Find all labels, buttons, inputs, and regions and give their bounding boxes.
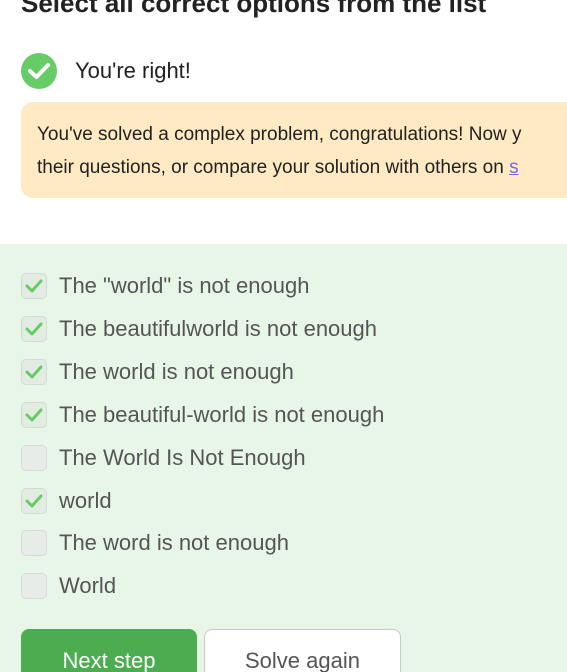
option-label: World xyxy=(59,573,117,598)
option-label: The "world" is not enough xyxy=(59,273,310,298)
option-label: The world is not enough xyxy=(59,359,294,384)
checkmark-icon xyxy=(25,279,43,293)
option-item[interactable]: The beautifulworld is not enough xyxy=(21,316,377,342)
option-label: The beautiful-world is not enough xyxy=(59,402,385,427)
notice-line-2: their questions, or compare your solutio… xyxy=(37,151,567,184)
solve-again-button[interactable]: Solve again xyxy=(204,629,401,672)
option-item[interactable]: The world is not enough xyxy=(21,359,294,385)
checkmark-icon xyxy=(25,408,43,422)
result-text: You're right! xyxy=(75,58,191,83)
check-circle-icon xyxy=(21,53,57,89)
option-label: The World Is Not Enough xyxy=(59,445,306,470)
checkmark-icon xyxy=(25,365,43,379)
option-label: The beautifulworld is not enough xyxy=(59,316,377,341)
next-step-button[interactable]: Next step xyxy=(21,629,197,672)
checkbox-checked[interactable] xyxy=(21,402,47,428)
success-notice: You've solved a complex problem, congrat… xyxy=(21,102,567,198)
option-item[interactable]: The World Is Not Enough xyxy=(21,445,306,471)
quiz-page: Select all correct options from the list… xyxy=(0,0,567,672)
option-item[interactable]: world xyxy=(21,488,112,514)
checkbox-checked[interactable] xyxy=(21,359,47,385)
checkbox-checked[interactable] xyxy=(21,273,47,299)
option-item[interactable]: The beautiful-world is not enough xyxy=(21,402,384,428)
checkbox-unchecked[interactable] xyxy=(21,573,47,599)
solutions-link[interactable]: s xyxy=(509,157,519,178)
checkbox-unchecked[interactable] xyxy=(21,445,47,471)
option-item[interactable]: The word is not enough xyxy=(21,530,289,556)
option-item[interactable]: The "world" is not enough xyxy=(21,273,309,299)
checkmark-icon xyxy=(25,322,43,336)
checkbox-unchecked[interactable] xyxy=(21,530,47,556)
notice-line-1: You've solved a complex problem, congrat… xyxy=(37,124,522,145)
option-label: world xyxy=(59,488,112,513)
option-item[interactable]: World xyxy=(21,573,116,599)
checkbox-checked[interactable] xyxy=(21,316,47,342)
checkbox-checked[interactable] xyxy=(21,488,47,514)
checkmark-icon xyxy=(25,494,43,508)
notice-line-2-text: their questions, or compare your solutio… xyxy=(37,157,510,178)
option-label: The word is not enough xyxy=(59,530,289,555)
question-heading: Select all correct options from the list xyxy=(21,0,487,18)
result-status: You're right! xyxy=(21,53,191,89)
